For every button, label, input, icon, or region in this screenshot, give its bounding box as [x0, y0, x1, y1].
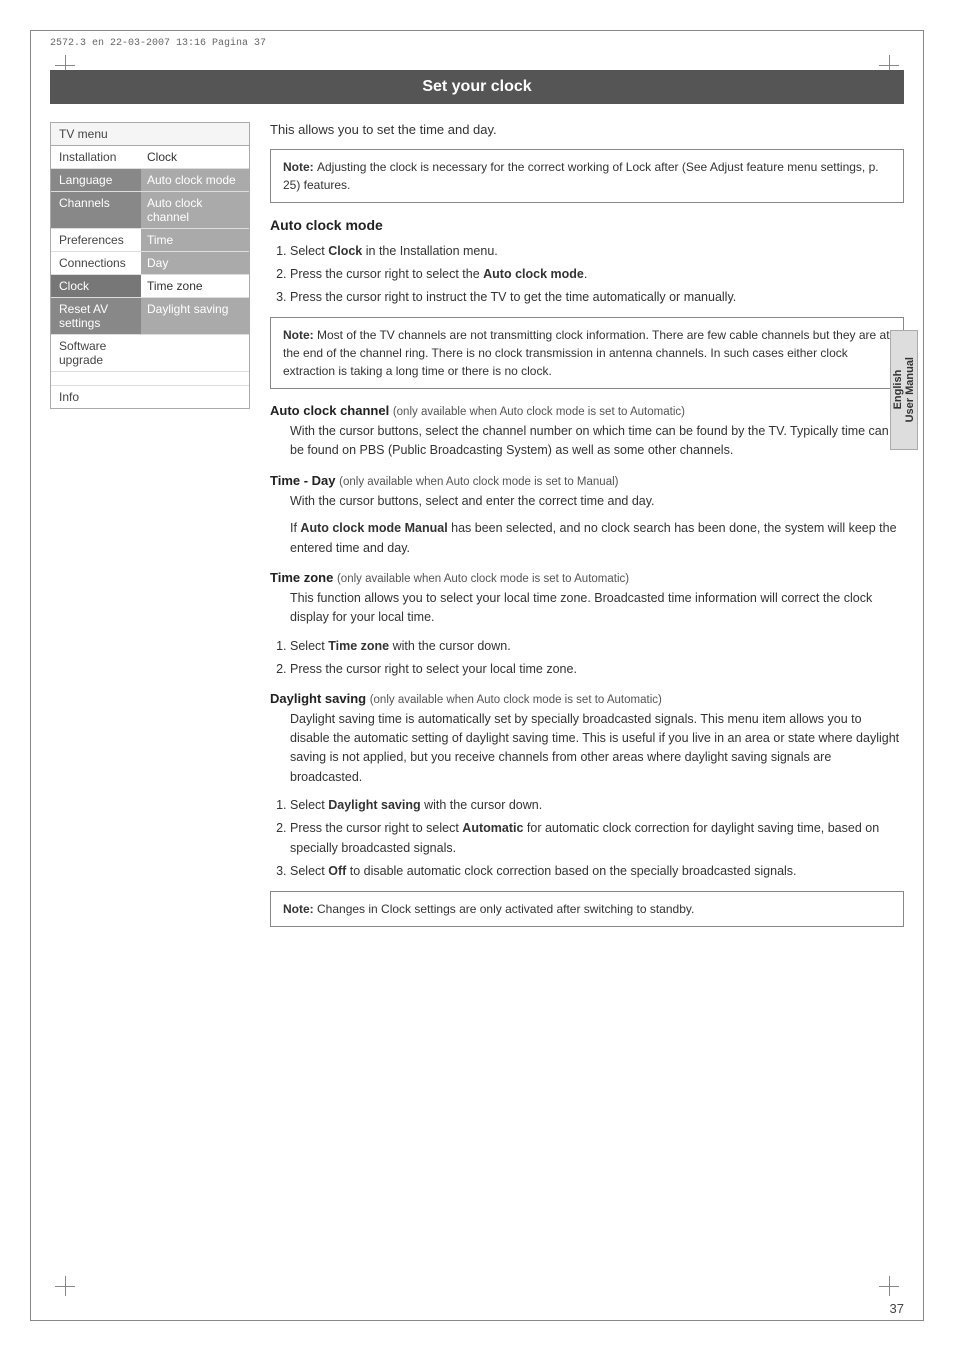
- steps-auto-clock-mode: Select Clock in the Installation menu. P…: [290, 241, 904, 307]
- step-1: Select Clock in the Installation menu.: [290, 241, 904, 261]
- menu-row-language[interactable]: Language Auto clock mode: [51, 169, 249, 192]
- menu-row-empty: [51, 372, 249, 386]
- sub-note-auto-clock-channel: (only available when Auto clock mode is …: [393, 406, 685, 418]
- menu-row-reset-av[interactable]: Reset AV settings Daylight saving: [51, 298, 249, 335]
- menu-item-time-zone: Time zone: [141, 275, 249, 297]
- text-time-day-2: If Auto clock mode Manual has been selec…: [290, 519, 904, 558]
- menu-item-connections: Connections: [51, 252, 141, 274]
- page-number: 37: [890, 1301, 904, 1316]
- menu-row-connections[interactable]: Connections Day: [51, 252, 249, 275]
- menu-item-installation: Installation: [51, 146, 141, 168]
- intro-text: This allows you to set the time and day.: [270, 122, 904, 137]
- border-left: [30, 30, 31, 1321]
- menu-item-clock-left: Clock: [51, 275, 141, 297]
- heading-auto-clock-mode: Auto clock mode: [270, 217, 904, 233]
- note-box-1: Note: Adjusting the clock is necessary f…: [270, 149, 904, 203]
- sub-note-daylight-saving: (only available when Auto clock mode is …: [370, 694, 662, 706]
- step-tz-1: Select Time zone with the cursor down.: [290, 636, 904, 656]
- two-column-layout: TV menu Installation Clock Language Auto…: [50, 122, 904, 941]
- step-ds-3: Select Off to disable automatic clock co…: [290, 861, 904, 881]
- menu-item-time: Time: [141, 229, 249, 251]
- menu-row-clock[interactable]: Clock Time zone: [51, 275, 249, 298]
- text-auto-clock-channel: With the cursor buttons, select the chan…: [290, 422, 904, 461]
- side-tab: EnglishUser Manual: [890, 330, 918, 450]
- step-tz-2: Press the cursor right to select your lo…: [290, 659, 904, 679]
- border-bottom: [30, 1320, 924, 1321]
- menu-item-preferences: Preferences: [51, 229, 141, 251]
- heading-time-zone: Time zone (only available when Auto cloc…: [270, 570, 904, 585]
- right-column: This allows you to set the time and day.…: [270, 122, 904, 941]
- step-ds-2: Press the cursor right to select Automat…: [290, 818, 904, 858]
- section-time-zone: Time zone (only available when Auto cloc…: [270, 570, 904, 679]
- sub-note-time-zone: (only available when Auto clock mode is …: [337, 573, 629, 585]
- left-column: TV menu Installation Clock Language Auto…: [50, 122, 250, 941]
- print-header: 2572.3 en 22-03-2007 13:16 Pagina 37: [50, 38, 266, 49]
- border-right: [923, 30, 924, 1321]
- note-text-2: Changes in Clock settings are only activ…: [317, 902, 694, 916]
- step-2: Press the cursor right to select the Aut…: [290, 264, 904, 284]
- section-auto-clock-mode: Auto clock mode Select Clock in the Inst…: [270, 217, 904, 389]
- menu-item-empty: [141, 335, 249, 371]
- menu-item-software-upgrade: Software upgrade: [51, 335, 141, 371]
- menu-row-preferences[interactable]: Preferences Time: [51, 229, 249, 252]
- note-label-auto-clock: Note:: [283, 328, 317, 342]
- steps-time-zone: Select Time zone with the cursor down. P…: [290, 636, 904, 679]
- note-label-2: Note:: [283, 902, 317, 916]
- heading-auto-clock-channel: Auto clock channel (only available when …: [270, 403, 904, 418]
- menu-item-auto-clock-channel: Auto clock channel: [141, 192, 249, 228]
- menu-item-clock: Clock: [141, 146, 249, 168]
- menu-item-reset-av: Reset AV settings: [51, 298, 141, 334]
- section-time-day: Time - Day (only available when Auto clo…: [270, 473, 904, 558]
- side-tab-text: EnglishUser Manual: [892, 357, 916, 422]
- tv-menu-header: TV menu: [51, 123, 249, 146]
- menu-info: Info: [51, 386, 249, 408]
- menu-item-language: Language: [51, 169, 141, 191]
- menu-item-channels: Channels: [51, 192, 141, 228]
- page-title: Set your clock: [50, 70, 904, 104]
- heading-time-day: Time - Day (only available when Auto clo…: [270, 473, 904, 488]
- heading-daylight-saving: Daylight saving (only available when Aut…: [270, 691, 904, 706]
- step-ds-1: Select Daylight saving with the cursor d…: [290, 795, 904, 815]
- menu-item-daylight-saving: Daylight saving: [141, 298, 249, 334]
- menu-row-software-upgrade[interactable]: Software upgrade: [51, 335, 249, 372]
- menu-row-installation[interactable]: Installation Clock: [51, 146, 249, 169]
- text-time-day-1: With the cursor buttons, select and ente…: [290, 492, 904, 511]
- menu-row-channels[interactable]: Channels Auto clock channel: [51, 192, 249, 229]
- note-text-auto-clock: Most of the TV channels are not transmit…: [283, 328, 890, 378]
- text-time-zone-intro: This function allows you to select your …: [290, 589, 904, 628]
- step-3: Press the cursor right to instruct the T…: [290, 287, 904, 307]
- sub-note-time-day: (only available when Auto clock mode is …: [339, 476, 618, 488]
- menu-item-auto-clock-mode: Auto clock mode: [141, 169, 249, 191]
- note-box-2: Note: Changes in Clock settings are only…: [270, 891, 904, 927]
- note-box-auto-clock: Note: Most of the TV channels are not tr…: [270, 317, 904, 389]
- section-daylight-saving: Daylight saving (only available when Aut…: [270, 691, 904, 882]
- section-auto-clock-channel: Auto clock channel (only available when …: [270, 403, 904, 461]
- main-content: Set your clock TV menu Installation Cloc…: [50, 70, 904, 1301]
- border-top: [30, 30, 924, 31]
- steps-daylight-saving: Select Daylight saving with the cursor d…: [290, 795, 904, 881]
- tv-menu: TV menu Installation Clock Language Auto…: [50, 122, 250, 409]
- text-daylight-saving-intro: Daylight saving time is automatically se…: [290, 710, 904, 788]
- note-text-1: Adjusting the clock is necessary for the…: [283, 160, 879, 192]
- note-label-1: Note:: [283, 160, 317, 174]
- menu-item-day: Day: [141, 252, 249, 274]
